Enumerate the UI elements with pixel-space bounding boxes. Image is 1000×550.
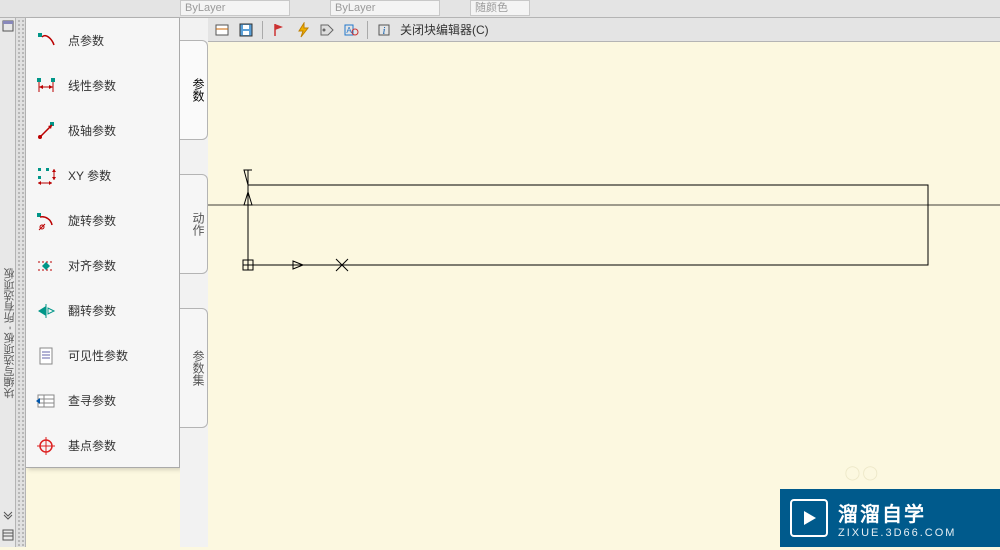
param-label: 翻转参数 [68, 302, 116, 319]
param-label: 查寻参数 [68, 392, 116, 409]
linear-param-icon [36, 76, 56, 96]
param-label: 基点参数 [68, 437, 116, 454]
toolbar-block-icon[interactable] [212, 20, 232, 40]
param-basepoint[interactable]: 基点参数 [26, 423, 179, 468]
param-xy[interactable]: XY 参数 [26, 153, 179, 198]
play-icon [790, 499, 828, 537]
param-rotation[interactable]: 旋转参数 [26, 198, 179, 243]
tab-paramsets[interactable]: 参数集 [180, 308, 208, 428]
drawing-canvas[interactable] [208, 42, 1000, 547]
param-linear[interactable]: 线性参数 [26, 63, 179, 108]
prop-linetype[interactable]: ByLayer [180, 0, 290, 16]
watermark-banner: 溜溜自学 ZIXUE.3D66.COM [780, 489, 1000, 547]
close-block-editor-button[interactable]: 关闭块编辑器(C) [400, 21, 489, 38]
param-lookup[interactable]: 查寻参数 [26, 378, 179, 423]
basepoint-param-icon [36, 436, 56, 456]
toolbar-flag-icon[interactable] [269, 20, 289, 40]
ghost-mark: ◯◯ [845, 464, 880, 481]
svg-text:A: A [346, 26, 352, 35]
watermark-url: ZIXUE.3D66.COM [838, 527, 956, 539]
param-label: XY 参数 [68, 167, 111, 184]
tab-parameters[interactable]: 参数 [180, 40, 208, 140]
palette-properties-icon[interactable] [2, 529, 14, 541]
param-label: 可见性参数 [68, 347, 128, 364]
polar-param-icon [36, 121, 56, 141]
param-point[interactable]: 点参数 [26, 18, 179, 63]
palette-rail: 块编写选项板 - 所有选项板 [0, 18, 16, 547]
visibility-param-icon [36, 346, 56, 366]
xy-param-icon [36, 166, 56, 186]
prop-lineweight[interactable]: ByLayer [330, 0, 440, 16]
toolbar-separator [367, 21, 368, 39]
param-visibility[interactable]: 可见性参数 [26, 333, 179, 378]
toolbar-separator [262, 21, 263, 39]
palette-collapse-icon[interactable] [2, 509, 14, 521]
canvas-svg [208, 42, 1000, 547]
palette-grip[interactable] [16, 18, 26, 547]
toolbar-info-icon[interactable]: i [374, 20, 394, 40]
block-editor-toolbar: A i 关闭块编辑器(C) [208, 18, 1000, 42]
flip-param-icon [36, 301, 56, 321]
param-polar[interactable]: 极轴参数 [26, 108, 179, 153]
param-flip[interactable]: 翻转参数 [26, 288, 179, 333]
palette-menu-icon[interactable] [2, 20, 14, 32]
prop-color[interactable]: 随颜色 [470, 0, 530, 16]
param-label: 点参数 [68, 32, 104, 49]
param-label: 线性参数 [68, 77, 116, 94]
svg-text:i: i [383, 26, 386, 37]
param-label: 对齐参数 [68, 257, 116, 274]
toolbar-save-icon[interactable] [236, 20, 256, 40]
point-param-icon [36, 31, 56, 51]
param-label: 极轴参数 [68, 122, 116, 139]
toolbar-attribute-icon[interactable]: A [341, 20, 361, 40]
lookup-param-icon [36, 391, 56, 411]
parameter-palette: 点参数 线性参数 极轴参数 XY 参数 旋转参数 对齐参数 翻转参数 [26, 18, 180, 468]
watermark-title: 溜溜自学 [838, 498, 956, 527]
toolbar-tag-icon[interactable] [317, 20, 337, 40]
param-label: 旋转参数 [68, 212, 116, 229]
toolbar-lightning-icon[interactable] [293, 20, 313, 40]
tab-actions[interactable]: 动作 [180, 174, 208, 274]
param-alignment[interactable]: 对齐参数 [26, 243, 179, 288]
alignment-param-icon [36, 256, 56, 276]
palette-tab-strip: 参数 动作 参数集 [180, 18, 208, 547]
rotation-param-icon [36, 211, 56, 231]
property-strip: ByLayer ByLayer 随颜色 [0, 0, 1000, 18]
